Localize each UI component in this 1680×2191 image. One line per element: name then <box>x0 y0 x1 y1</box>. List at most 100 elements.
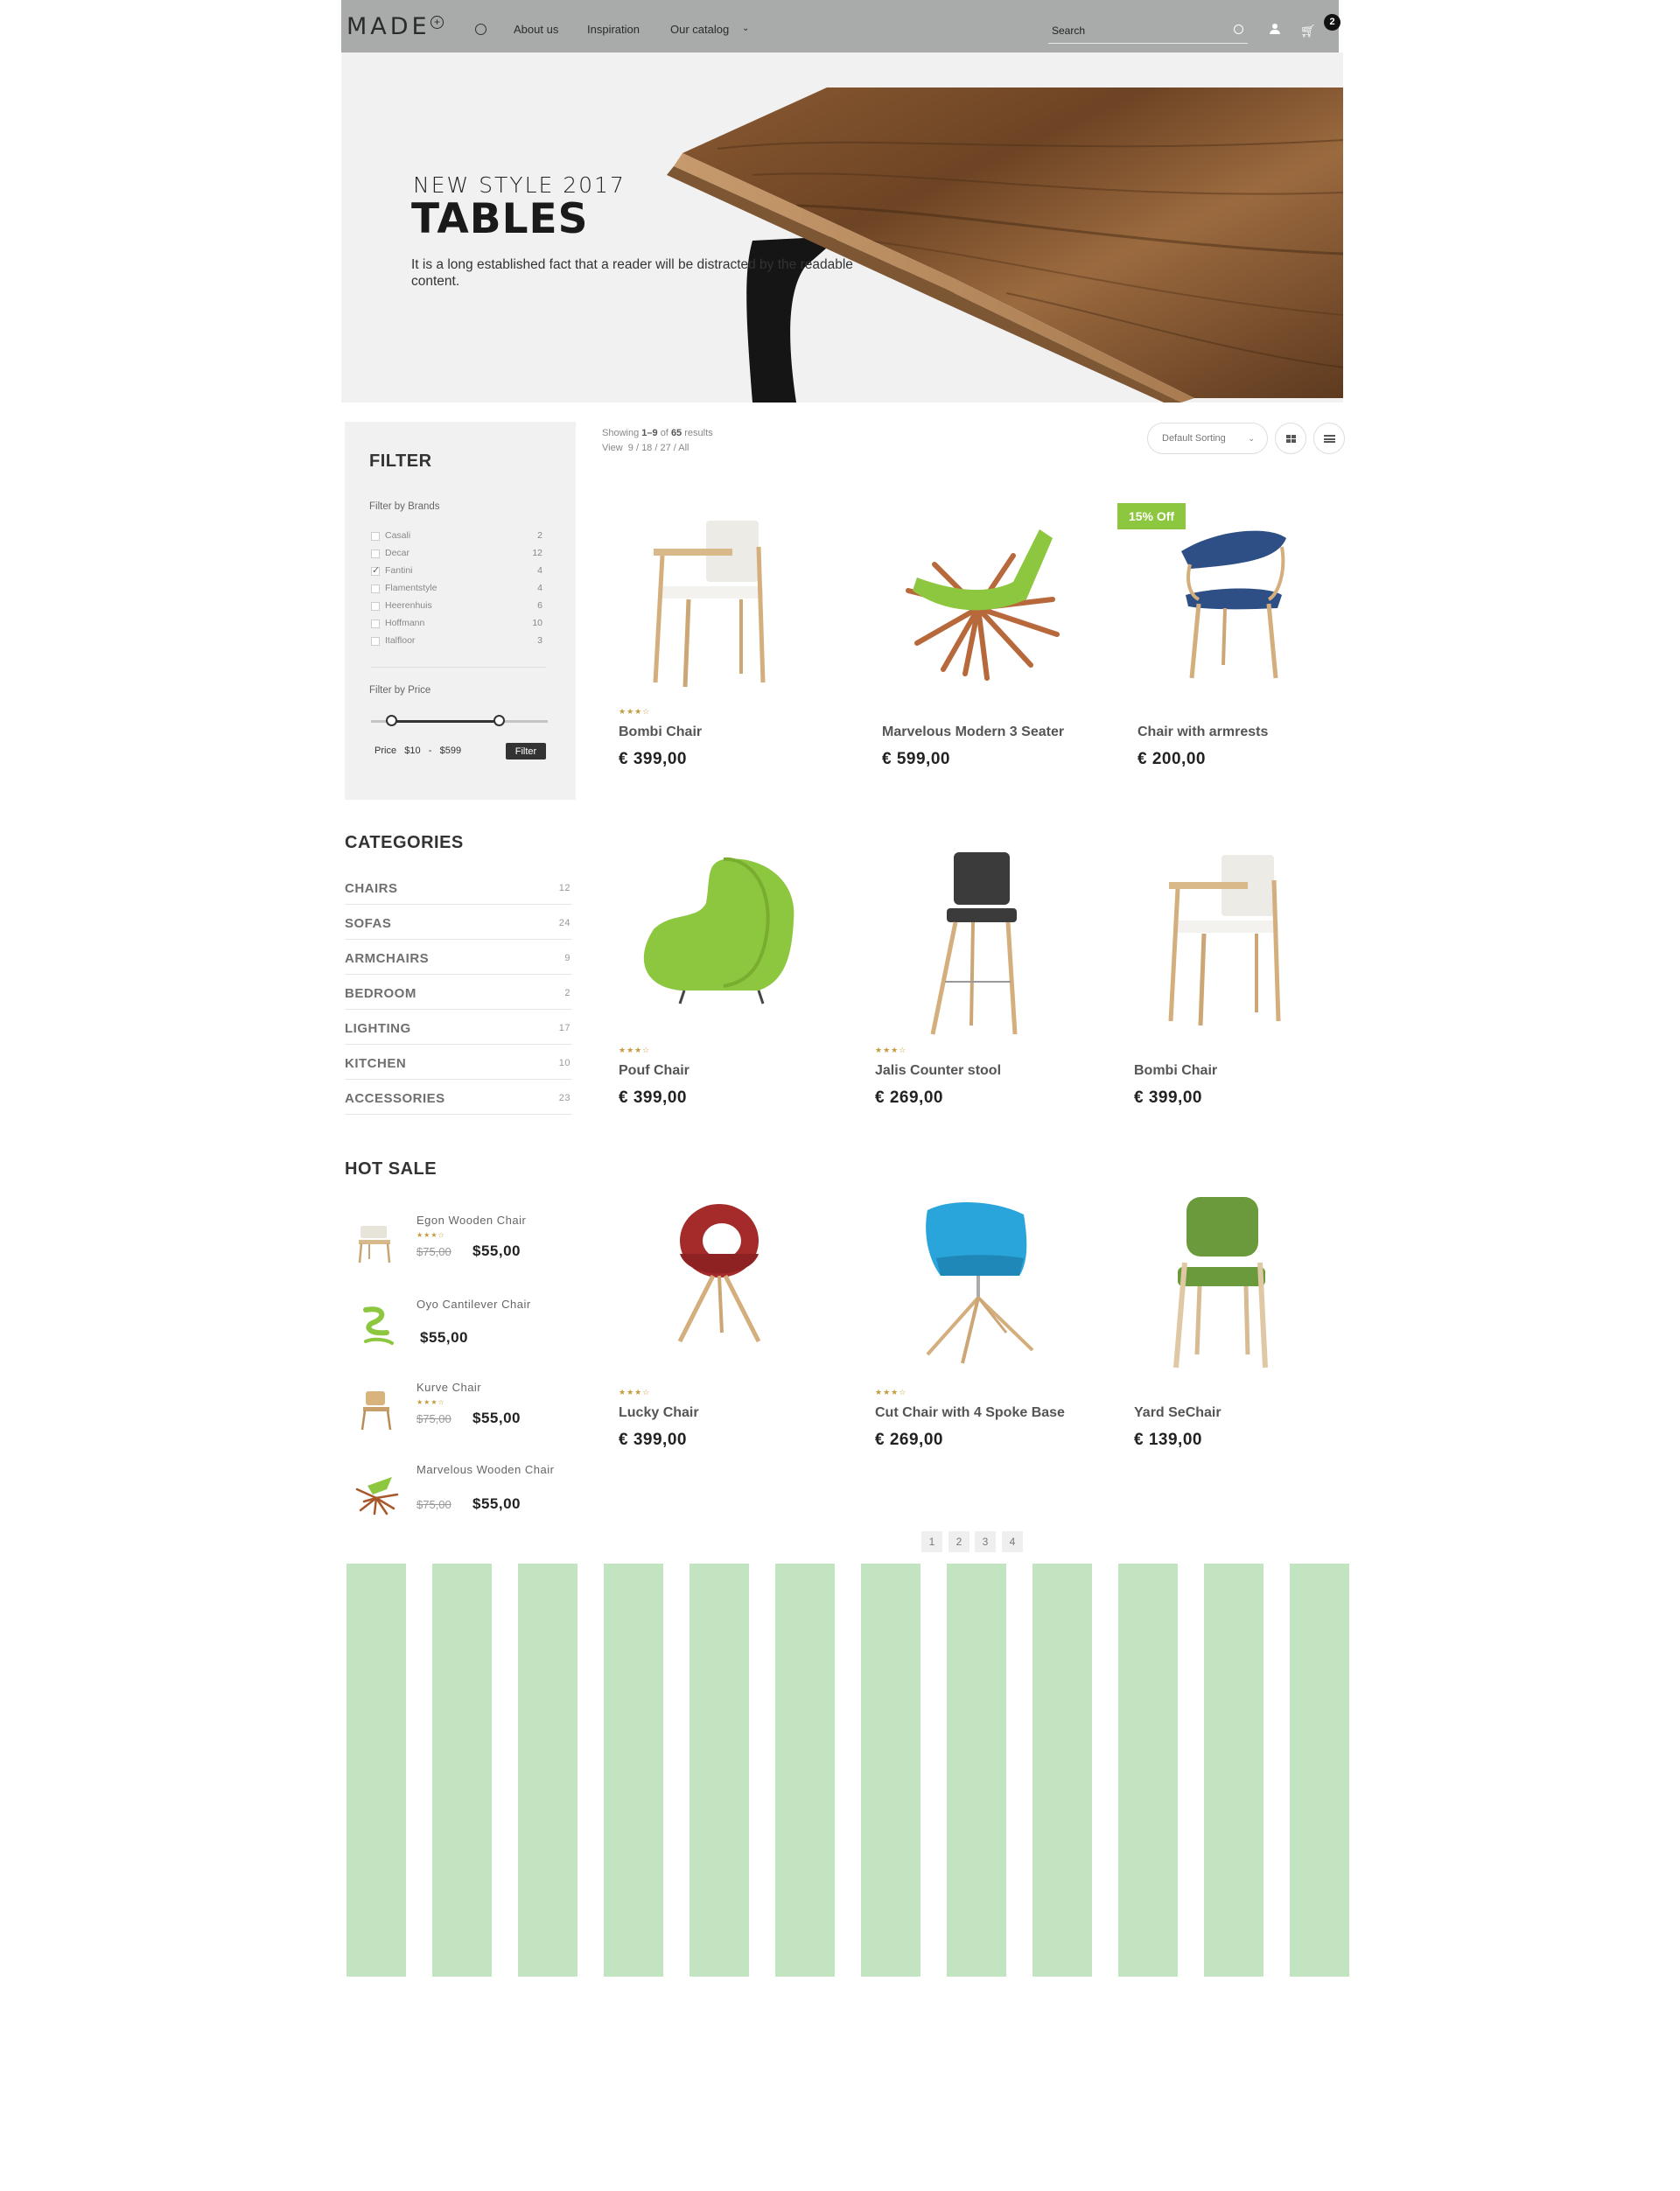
product-name[interactable]: Yard SeChair <box>1134 1405 1222 1421</box>
product-image[interactable] <box>882 512 1101 704</box>
sale-badge: 15% Off <box>1117 503 1186 529</box>
product-image[interactable] <box>875 850 1094 1043</box>
category-item-kitchen[interactable]: KITCHEN 10 <box>345 1045 572 1080</box>
product-image[interactable] <box>1134 850 1353 1043</box>
product-card[interactable]: ★★★☆ Pouf Chair € 399,00 <box>619 850 837 1148</box>
search-icon[interactable] <box>1234 24 1243 34</box>
brand-option[interactable]: Decar 12 <box>371 548 546 560</box>
rating-stars: ★★★☆ <box>416 1398 445 1406</box>
hot-sale-item[interactable]: Marvelous Wooden Chair $75,00 $55,00 <box>345 1463 572 1533</box>
nav-about-us[interactable]: About us <box>514 23 558 36</box>
hot-sale-item[interactable]: Egon Wooden Chair ★★★☆ $75,00 $55,00 <box>345 1214 572 1284</box>
category-item-lighting[interactable]: LIGHTING 17 <box>345 1010 572 1045</box>
product-image[interactable] <box>875 1193 1094 1385</box>
product-name[interactable]: Marvelous Modern 3 Seater <box>882 724 1064 740</box>
product-name[interactable]: Lucky Chair <box>619 1405 699 1421</box>
product-image[interactable] <box>619 512 837 704</box>
category-item-armchairs[interactable]: ARMCHAIRS 9 <box>345 940 572 975</box>
brand-option[interactable]: Hoffmann 10 <box>371 618 546 630</box>
checkbox[interactable] <box>371 584 380 593</box>
list-view-button[interactable] <box>1313 423 1345 454</box>
page-1-button[interactable]: 1 <box>921 1531 942 1552</box>
product-price: € 399,00 <box>1134 1088 1202 1107</box>
checkbox[interactable] <box>371 550 380 558</box>
product-price: € 599,00 <box>882 750 950 768</box>
product-card[interactable]: Marvelous Modern 3 Seater € 599,00 <box>882 512 1101 809</box>
brand-option[interactable]: Casali 2 <box>371 530 546 542</box>
grid-column-overlay <box>1032 1564 1092 1977</box>
product-card[interactable]: ★★★☆ Bombi Chair € 399,00 <box>619 512 837 809</box>
brand-option[interactable]: Flamentstyle 4 <box>371 583 546 595</box>
product-image[interactable] <box>1134 1193 1353 1385</box>
chevron-down-icon[interactable]: ⌄ <box>742 24 749 33</box>
product-name[interactable]: Cut Chair with 4 Spoke Base <box>875 1405 1065 1421</box>
hero-banner: NEW STYLE 2017 TABLES It is a long estab… <box>341 52 1343 402</box>
price-slider-max-handle[interactable] <box>494 715 505 726</box>
category-item-sofas[interactable]: SOFAS 24 <box>345 905 572 940</box>
hot-sale-name[interactable]: Oyo Cantilever Chair <box>416 1298 556 1311</box>
hot-sale-name[interactable]: Kurve Chair <box>416 1381 556 1394</box>
hot-sale-name[interactable]: Egon Wooden Chair <box>416 1214 556 1227</box>
grid-column-overlay <box>947 1564 1006 1977</box>
category-item-accessories[interactable]: ACCESSORIES 23 <box>345 1080 572 1115</box>
hot-sale-item[interactable]: Oyo Cantilever Chair $55,00 <box>345 1298 572 1368</box>
hero-title: TABLES <box>411 195 589 243</box>
checkbox-checked[interactable] <box>371 564 380 576</box>
product-name[interactable]: Jalis Counter stool <box>875 1063 1001 1079</box>
logo[interactable]: MADE <box>346 13 430 40</box>
page-4-button[interactable]: 4 <box>1002 1531 1023 1552</box>
grid-column-overlay <box>1290 1564 1349 1977</box>
nav-inspiration[interactable]: Inspiration <box>587 23 640 36</box>
rating-stars: ★★★☆ <box>875 1046 907 1054</box>
brand-option[interactable]: Italfloor 3 <box>371 635 546 648</box>
product-card[interactable]: Chair with armrests € 200,00 <box>1138 512 1356 809</box>
rating-stars: ★★★☆ <box>619 1388 651 1396</box>
nav-our-catalog[interactable]: Our catalog <box>670 23 729 36</box>
product-image[interactable] <box>1138 512 1356 704</box>
old-price: $75,00 <box>416 1498 452 1511</box>
sort-select[interactable]: Default Sorting ⌄ <box>1147 423 1268 454</box>
price-slider[interactable] <box>371 720 548 723</box>
checkbox[interactable] <box>371 637 380 646</box>
product-card[interactable]: Bombi Chair € 399,00 <box>1134 850 1353 1148</box>
filter-price-title: Filter by Price <box>369 685 431 696</box>
grid-column-overlay <box>432 1564 492 1977</box>
hot-sale-item[interactable]: Kurve Chair ★★★☆ $75,00 $55,00 <box>345 1381 572 1451</box>
filter-brands-title: Filter by Brands <box>369 501 440 512</box>
product-name[interactable]: Bombi Chair <box>1134 1063 1217 1079</box>
checkbox[interactable] <box>371 602 380 611</box>
product-image[interactable] <box>619 850 837 1043</box>
checkbox[interactable] <box>371 620 380 628</box>
user-icon[interactable] <box>1270 24 1280 34</box>
product-image[interactable] <box>619 1193 837 1385</box>
brand-option[interactable]: Heerenhuis 6 <box>371 600 546 612</box>
globe-icon[interactable] <box>475 24 486 35</box>
price-slider-min-handle[interactable] <box>386 715 397 726</box>
product-card[interactable]: Yard SeChair € 139,00 <box>1134 1193 1353 1490</box>
sale-price: $55,00 <box>472 1242 521 1259</box>
product-card[interactable]: ★★★☆ Jalis Counter stool € 269,00 <box>875 850 1094 1148</box>
product-name[interactable]: Chair with armrests <box>1138 724 1268 740</box>
page-2-button[interactable]: 2 <box>948 1531 970 1552</box>
checkbox[interactable] <box>371 532 380 541</box>
product-card[interactable]: ★★★☆ Cut Chair with 4 Spoke Base € 269,0… <box>875 1193 1094 1490</box>
view-count-options[interactable]: 9 / 18 / 27 / All <box>628 443 690 453</box>
category-item-bedroom[interactable]: BEDROOM 2 <box>345 975 572 1010</box>
grid-view-button[interactable] <box>1275 423 1306 454</box>
search-box[interactable] <box>1048 18 1248 44</box>
product-price: € 200,00 <box>1138 750 1206 768</box>
filter-button[interactable]: Filter <box>506 743 546 760</box>
product-card[interactable]: ★★★☆ Lucky Chair € 399,00 <box>619 1193 837 1490</box>
search-input[interactable] <box>1048 18 1248 43</box>
category-item-chairs[interactable]: CHAIRS 12 <box>345 870 572 905</box>
grid-column-overlay <box>604 1564 663 1977</box>
product-thumbnail <box>355 1477 399 1516</box>
product-thumbnail <box>363 1306 394 1345</box>
grid-column-overlay <box>346 1564 406 1977</box>
hot-sale-name[interactable]: Marvelous Wooden Chair <box>416 1463 556 1476</box>
cart-icon[interactable]: 🛒︎ <box>1300 24 1316 38</box>
product-name[interactable]: Bombi Chair <box>619 724 702 740</box>
brand-option[interactable]: Fantini4 <box>371 564 546 578</box>
page-3-button[interactable]: 3 <box>975 1531 996 1552</box>
product-name[interactable]: Pouf Chair <box>619 1063 690 1079</box>
